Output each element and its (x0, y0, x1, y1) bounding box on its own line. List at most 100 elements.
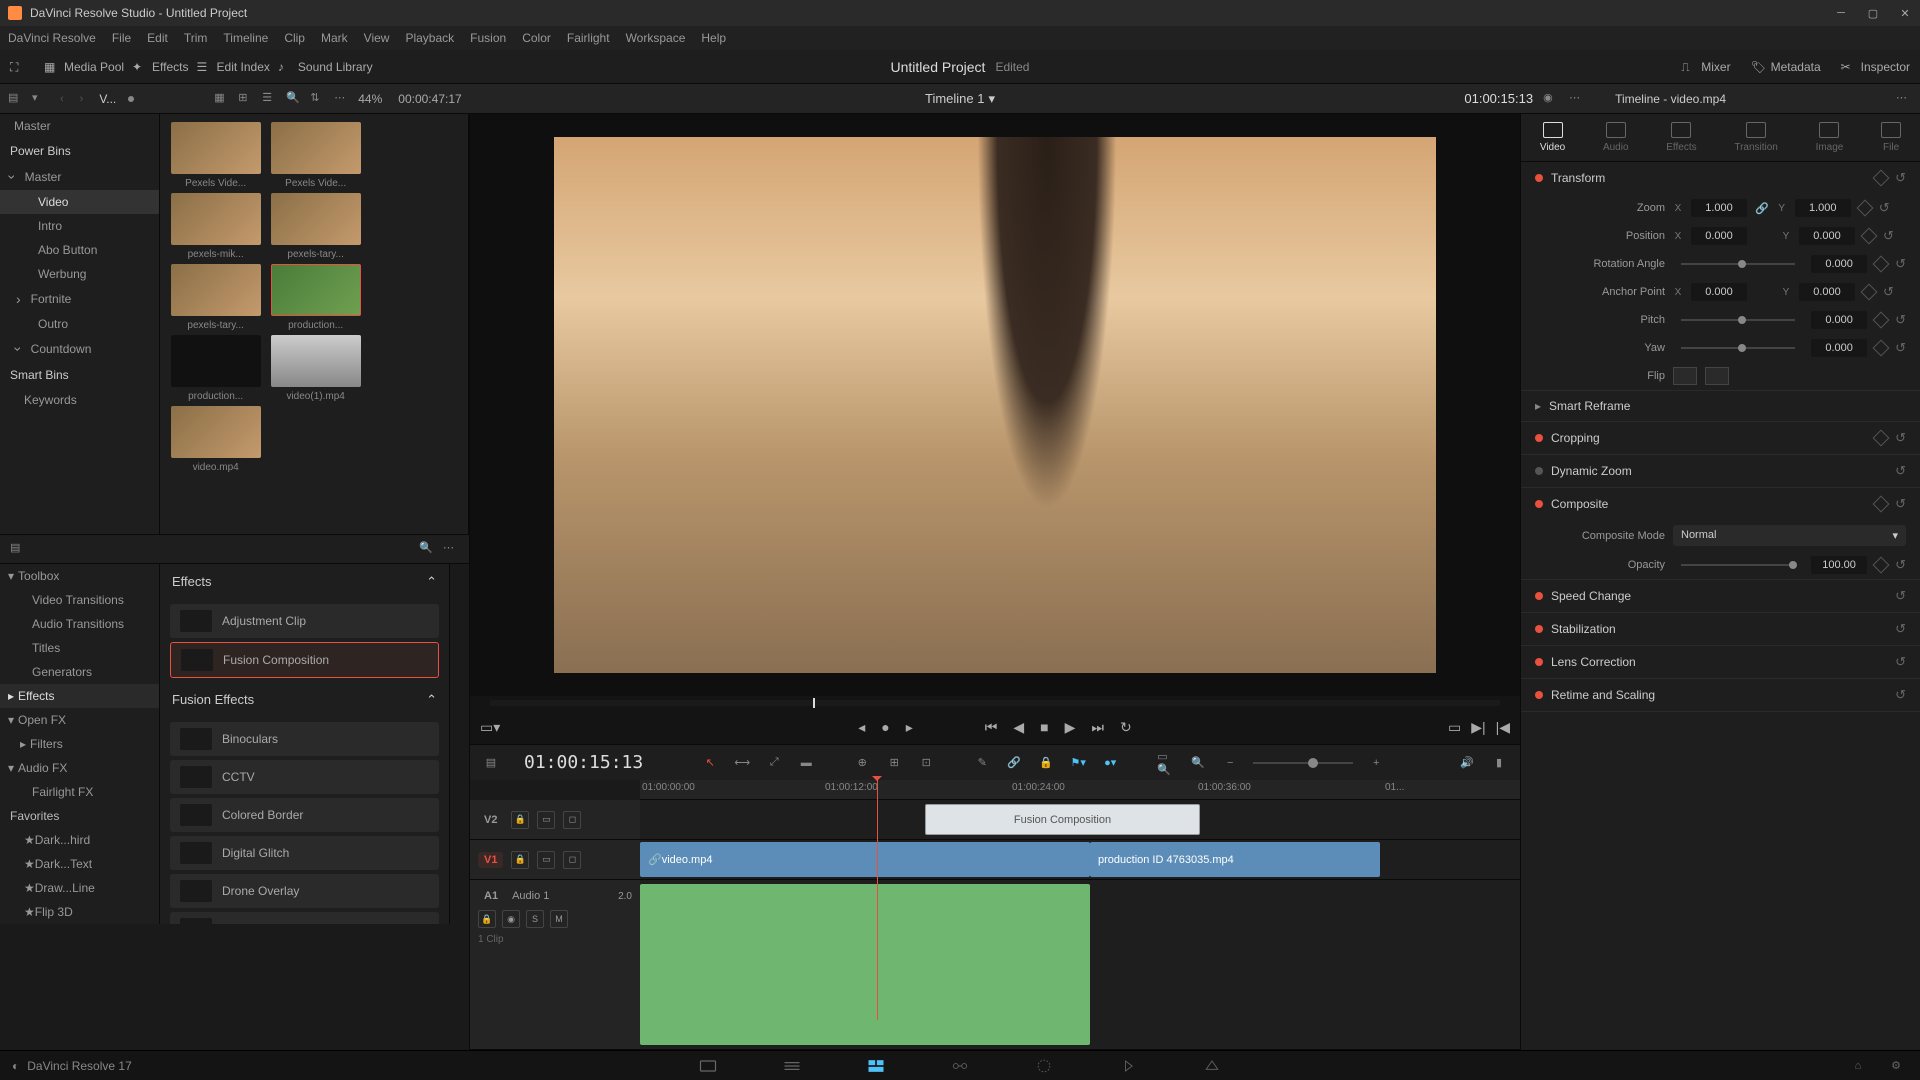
yaw-keyframe[interactable] (1873, 340, 1890, 357)
page-cut[interactable] (780, 1056, 804, 1076)
fx-dslr[interactable]: DSLR (170, 912, 439, 924)
fav-item[interactable]: ★ Draw...Line (0, 876, 159, 900)
rotation-input[interactable]: 0.000 (1811, 255, 1867, 273)
marker-magnet-icon[interactable]: ✎ (973, 754, 991, 772)
lock-v2[interactable]: 🔒 (511, 811, 529, 829)
rotation-slider[interactable] (1681, 263, 1795, 265)
lock-icon[interactable]: 🔒 (1037, 754, 1055, 772)
go-start-icon[interactable]: ⏮ (985, 719, 998, 736)
clip-video1[interactable]: 🔗 video.mp4 (640, 842, 1090, 877)
media-thumb[interactable]: Pexels Vide... (168, 122, 264, 189)
fx-colored-border[interactable]: Colored Border (170, 798, 439, 832)
playhead[interactable] (877, 780, 878, 1020)
lens-correction-header[interactable]: Lens Correction↺ (1521, 646, 1920, 678)
lock-v1[interactable]: 🔒 (511, 851, 529, 869)
next-clip-icon[interactable]: ▶| (1471, 719, 1485, 736)
viewer[interactable] (470, 114, 1520, 696)
media-thumb[interactable]: pexels-tary... (168, 264, 264, 331)
replace-tool[interactable]: ⊡ (917, 754, 935, 772)
fx-video-transitions[interactable]: Video Transitions (0, 588, 159, 612)
meter-icon[interactable]: ▮ (1490, 754, 1508, 772)
fx-filters[interactable]: ▸Filters (0, 732, 159, 756)
fx-effects-header[interactable]: Effects⌃ (160, 564, 449, 600)
fx-fusion-composition[interactable]: Fusion Composition (170, 642, 439, 678)
menu-clip[interactable]: Clip (284, 31, 305, 45)
menu-view[interactable]: View (364, 31, 390, 45)
clip-audio1[interactable] (640, 884, 1090, 1045)
composite-mode-select[interactable]: Normal▾ (1673, 525, 1906, 546)
yaw-reset[interactable]: ↺ (1895, 340, 1906, 356)
fx-fusion-header[interactable]: Fusion Effects⌃ (160, 682, 449, 718)
auto-select-v1[interactable]: ▭ (537, 851, 555, 869)
audio-icon[interactable]: 🔊 (1458, 754, 1476, 772)
fx-digital-glitch[interactable]: Digital Glitch (170, 836, 439, 870)
opacity-input[interactable]: 100.00 (1811, 556, 1867, 574)
project-settings-icon[interactable]: ⚙ (1884, 1056, 1908, 1076)
search-icon[interactable]: 🔍 (286, 91, 302, 107)
mute-a1[interactable]: M (550, 910, 568, 928)
in-out-icon[interactable]: ▭▾ (480, 719, 500, 736)
media-thumb[interactable]: pexels-mik... (168, 193, 264, 260)
mixer-toggle[interactable]: ⎍Mixer (1681, 60, 1730, 74)
link-icon[interactable]: 🔗 (1005, 754, 1023, 772)
fav-item[interactable]: ★ Flip 3D (0, 900, 159, 924)
bypass-icon[interactable]: ◉ (1543, 91, 1559, 107)
track-head-v2[interactable]: V2 🔒 ▭ ◻ (470, 800, 640, 839)
bin-master[interactable]: Master (0, 114, 159, 138)
anchor-x-input[interactable]: 0.000 (1691, 283, 1747, 301)
page-media[interactable] (696, 1056, 720, 1076)
bins-chevron[interactable]: ▾ (32, 91, 48, 107)
zoom-in-icon[interactable]: + (1367, 754, 1385, 772)
pitch-keyframe[interactable] (1873, 312, 1890, 329)
pitch-input[interactable]: 0.000 (1811, 311, 1867, 329)
track-name-v2[interactable]: V2 (478, 812, 503, 828)
timeline-ruler[interactable]: 01:00:00:00 01:00:12:00 01:00:24:00 01:0… (640, 780, 1520, 800)
inspector-tab-effects[interactable]: Effects (1666, 122, 1696, 153)
sound-library-toggle[interactable]: ♪Sound Library (278, 60, 373, 74)
pos-reset[interactable]: ↺ (1883, 228, 1894, 244)
zoom-keyframe[interactable] (1856, 200, 1873, 217)
bin-abo-button[interactable]: Abo Button (0, 238, 159, 262)
menu-fusion[interactable]: Fusion (470, 31, 506, 45)
fullscreen-toggle[interactable]: ⛶ (10, 60, 24, 74)
fx-cctv[interactable]: CCTV (170, 760, 439, 794)
menu-dots-icon[interactable]: ⋯ (334, 91, 350, 107)
speed-change-header[interactable]: Speed Change↺ (1521, 580, 1920, 612)
auto-select-v2[interactable]: ▭ (537, 811, 555, 829)
rotation-reset[interactable]: ↺ (1895, 256, 1906, 272)
page-color[interactable] (1032, 1056, 1056, 1076)
timeline-name[interactable]: Timeline 1 (925, 91, 984, 106)
inspector-toggle[interactable]: ✂Inspector (1841, 60, 1910, 74)
loop-icon[interactable]: ↻ (1120, 719, 1132, 736)
bin-outro[interactable]: Outro (0, 312, 159, 336)
transform-header[interactable]: Transform↺ (1521, 162, 1920, 194)
grid-view-icon[interactable]: ⊞ (238, 91, 254, 107)
zoom-out-icon[interactable]: − (1221, 754, 1239, 772)
page-deliver[interactable] (1200, 1056, 1224, 1076)
page-edit[interactable] (864, 1056, 888, 1076)
menu-davinci[interactable]: DaVinci Resolve (8, 31, 96, 45)
disable-v2[interactable]: ◻ (563, 811, 581, 829)
anchor-reset[interactable]: ↺ (1883, 284, 1894, 300)
solo-a1[interactable]: S (526, 910, 544, 928)
page-fusion[interactable] (948, 1056, 972, 1076)
list-view-icon[interactable]: ☰ (262, 91, 278, 107)
menu-mark[interactable]: Mark (321, 31, 348, 45)
maximize-button[interactable]: ▢ (1866, 6, 1880, 20)
nav-back[interactable]: ‹ (56, 93, 68, 105)
clip-video2[interactable]: production ID 4763035.mp4 (1090, 842, 1380, 877)
cropping-header[interactable]: Cropping↺ (1521, 422, 1920, 454)
page-fairlight[interactable] (1116, 1056, 1140, 1076)
stop-icon[interactable]: ■ (1040, 719, 1048, 735)
effects-toggle[interactable]: ✦Effects (132, 60, 188, 74)
nav-forward[interactable]: › (76, 93, 88, 105)
flag-icon[interactable]: ⚑▾ (1069, 754, 1087, 772)
inspector-tab-audio[interactable]: Audio (1603, 122, 1629, 153)
dynamic-trim-tool[interactable]: ⤢ (765, 754, 783, 772)
next-edit-icon[interactable]: ▸ (906, 719, 913, 736)
stabilization-header[interactable]: Stabilization↺ (1521, 613, 1920, 645)
bin-fortnite[interactable]: Fortnite (0, 286, 159, 312)
media-thumb[interactable]: production... (268, 264, 364, 331)
trim-tool[interactable]: ⟷ (733, 754, 751, 772)
flip-h-button[interactable] (1673, 367, 1697, 385)
